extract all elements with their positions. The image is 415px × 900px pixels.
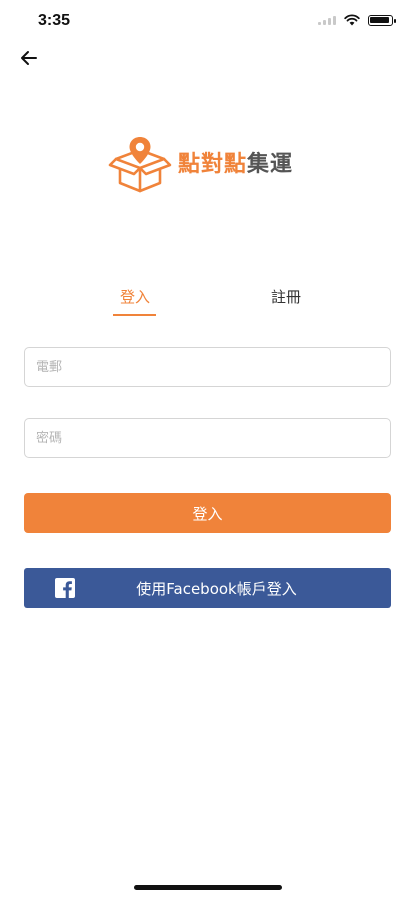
password-field-container [24,418,391,458]
facebook-button-label: 使用Facebook帳戶登入 [136,579,297,598]
facebook-icon [55,578,75,598]
cellular-signal-icon [318,15,336,25]
logo-text-accent: 點對點 [178,152,248,177]
status-icons [318,14,396,26]
login-button-label: 登入 [192,504,223,523]
home-indicator [134,885,282,890]
facebook-login-button[interactable]: 使用Facebook帳戶登入 [24,568,391,608]
login-button[interactable]: 登入 [24,493,391,533]
battery-icon [368,14,396,26]
active-tab-indicator [113,314,156,316]
status-bar: 3:35 [0,0,415,44]
box-location-pin-icon [108,137,172,193]
tab-login[interactable]: 登入 [114,286,156,307]
wifi-icon [344,14,360,26]
tab-register[interactable]: 註冊 [264,286,308,307]
password-input[interactable] [25,419,390,457]
email-input[interactable] [25,348,390,386]
auth-tabs: 登入 註冊 [0,280,415,320]
status-time: 3:35 [38,12,71,29]
app-logo: 點對點集運 [108,133,293,197]
email-field-container [24,347,391,387]
back-button[interactable] [16,46,42,70]
logo-text: 點對點集運 [178,154,293,176]
arrow-left-icon [21,51,37,65]
logo-text-dark: 集運 [247,152,294,177]
